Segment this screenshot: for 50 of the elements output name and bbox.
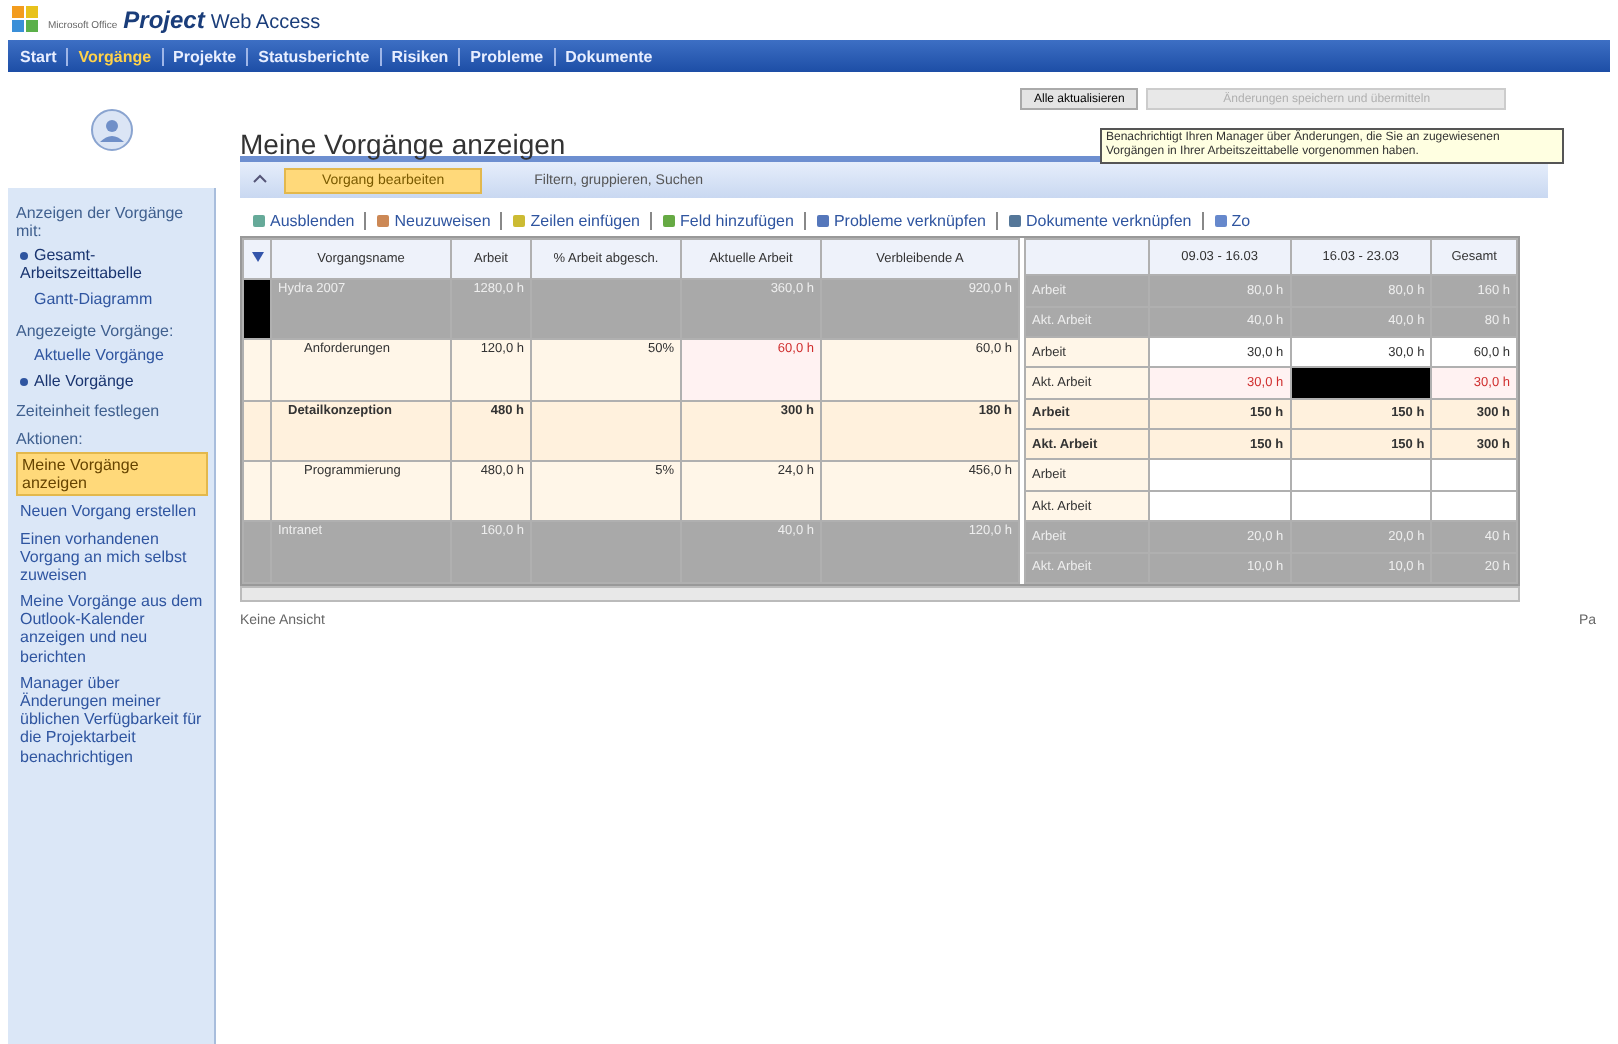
horizontal-scrollbar[interactable] [240,586,1520,602]
sort-icon [250,248,266,265]
view-option[interactable]: Alle Vorgänge [16,369,208,392]
nav-tab[interactable]: Probleme [458,47,548,65]
toolbar-button[interactable]: Zeilen einfügen [500,211,645,229]
brand-name: Project [123,6,205,34]
page-title: Meine Vorgänge anzeigen [240,128,568,160]
row-selector[interactable] [243,278,271,340]
nav-tab[interactable]: Risiken [379,47,453,65]
product-name: Web Access [210,12,321,34]
section-heading: Aktionen: [16,429,85,448]
view-option[interactable]: Aktuelle Vorgänge [16,343,208,366]
table-cell[interactable] [1431,490,1517,522]
view-option[interactable]: Gesamt-Arbeitszeittabelle [16,244,208,285]
sidebar-link[interactable]: Meine Vorgänge anzeigen [16,451,208,497]
people-icon [90,108,134,152]
sidebar-link[interactable]: Neuen Vorgang erstellen [16,500,208,523]
tool-icon [662,213,677,227]
tool-icon [1213,213,1228,227]
sidebar-link[interactable]: Meine Vorgänge aus dem Outlook-Kalender anzeigen und neu berichten [16,590,208,668]
view-option[interactable]: Gantt-Diagramm [16,288,208,312]
sidebar-link[interactable]: Einen vorhandenen Vorgang an mich selbst zuweisen [16,527,208,587]
toolbar-button[interactable]: Ausblenden [248,211,359,229]
table-cell[interactable] [1149,490,1291,522]
toolbar-button[interactable]: Neuzuweisen [364,211,495,229]
table-cell[interactable] [1290,367,1432,399]
toolbar-button[interactable]: Feld hinzufügen [650,211,798,229]
tool-icon [1008,213,1022,227]
section-heading: Angezeigte Vorgänge: [16,321,176,340]
section-heading: Anzeigen der Vorgänge mit: [16,204,186,240]
tool-icon [815,213,830,227]
nav-tab[interactable]: Dokumente [553,47,657,65]
tool-icon [512,213,527,227]
table-cell[interactable] [1290,490,1432,522]
collapse-icon [252,172,268,188]
toolbar-button[interactable]: Dokumente verknüpfen [996,211,1196,229]
section-heading: Zeiteinheit festlegen [16,401,162,420]
sidebar-link[interactable]: Manager über Änderungen meiner üblichen Verfügbarkeit für die Projektarbeit benachrichtigen [16,671,208,768]
table-cell[interactable] [1431,459,1517,491]
logo-icon [12,6,40,34]
table-cell[interactable] [1290,459,1432,491]
nav-tab[interactable]: Vorgänge [66,47,156,65]
tool-icon [252,213,266,227]
nav-tab[interactable]: Statusberichte [246,47,374,65]
toolbar-button[interactable]: Zo [1201,211,1255,229]
tool-icon [376,213,391,227]
table-cell[interactable] [1149,459,1291,491]
toolbar-button[interactable]: Probleme verknüpfen [803,211,990,229]
nav-tab[interactable]: Projekte [161,47,241,65]
nav-tab[interactable]: Start [16,47,61,65]
